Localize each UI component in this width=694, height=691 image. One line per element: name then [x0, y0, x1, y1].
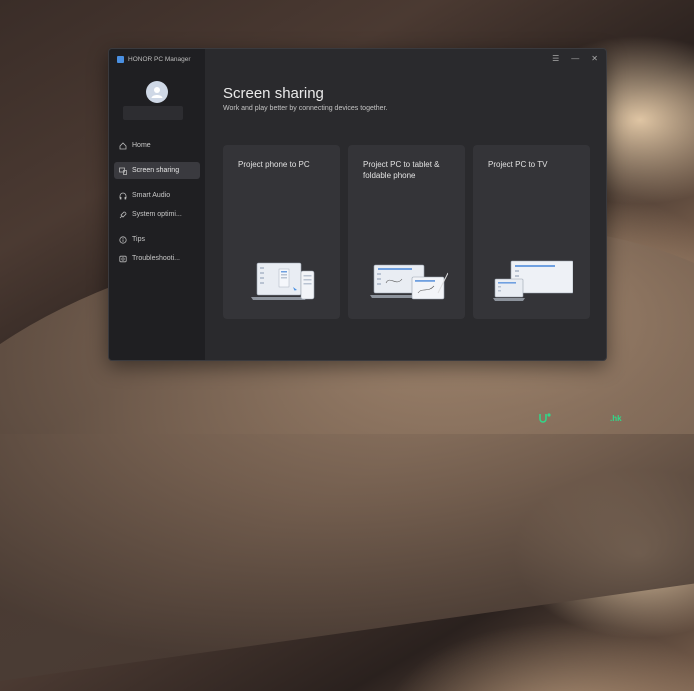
- sidebar-item-label: Smart Audio: [132, 192, 171, 199]
- sidebar-item-system-optimization[interactable]: System optimi...: [114, 206, 200, 223]
- sidebar-item-label: Tips: [132, 236, 145, 243]
- app-logo-icon: [117, 56, 124, 63]
- avatar[interactable]: [146, 81, 168, 103]
- watermark-logo-icon: [539, 413, 551, 423]
- rocket-icon: [119, 211, 127, 219]
- home-icon: [119, 141, 127, 150]
- app-title: HONOR PC Manager: [128, 56, 191, 63]
- card-label: Project PC to TV: [488, 160, 548, 169]
- page-subtitle: Work and play better by connecting devic…: [223, 105, 388, 112]
- tips-icon: [119, 235, 127, 244]
- card-label: Project PC to tablet & foldable phone: [363, 160, 440, 180]
- card-project-phone-to-pc[interactable]: Project phone to PC: [223, 145, 340, 319]
- card-label: Project phone to PC: [238, 160, 310, 169]
- pc-to-tablet-illustration: [370, 264, 448, 300]
- page-title: Screen sharing: [223, 85, 324, 102]
- sidebar: HONOR PC Manager Home Screen sharing Sma…: [109, 49, 205, 360]
- username-placeholder: [123, 106, 183, 120]
- watermark-text: .hk: [610, 413, 622, 423]
- sidebar-item-troubleshooting[interactable]: Troubleshooti...: [114, 250, 200, 267]
- sidebar-item-tips[interactable]: Tips: [114, 231, 200, 248]
- app-window: HONOR PC Manager Home Screen sharing Sma…: [108, 48, 607, 361]
- sidebar-item-label: Home: [132, 142, 151, 149]
- screen-share-icon: [119, 167, 127, 175]
- app-title-bar: HONOR PC Manager: [117, 56, 191, 63]
- headphones-icon: [119, 192, 127, 200]
- card-project-pc-to-tablet[interactable]: Project PC to tablet & foldable phone: [348, 145, 465, 319]
- card-project-pc-to-tv[interactable]: Project PC to TV: [473, 145, 590, 319]
- card-list: Project phone to PC Project PC to tablet…: [223, 145, 590, 319]
- main-content: Screen sharing Work and play better by c…: [205, 49, 606, 360]
- watermark: .hk: [538, 412, 622, 424]
- phone-to-pc-illustration: [251, 262, 315, 300]
- sidebar-item-home[interactable]: Home: [114, 137, 200, 154]
- pc-to-tv-illustration: [493, 260, 573, 301]
- sidebar-item-label: Troubleshooti...: [132, 255, 180, 262]
- sidebar-item-screen-sharing[interactable]: Screen sharing: [114, 162, 200, 179]
- user-icon: [151, 87, 163, 98]
- troubleshoot-icon: [119, 255, 127, 263]
- sidebar-item-label: Screen sharing: [132, 167, 180, 174]
- sidebar-item-smart-audio[interactable]: Smart Audio: [114, 187, 200, 204]
- sidebar-item-label: System optimi...: [132, 211, 182, 218]
- sidebar-nav: Home Screen sharing Smart Audio System o…: [114, 137, 200, 269]
